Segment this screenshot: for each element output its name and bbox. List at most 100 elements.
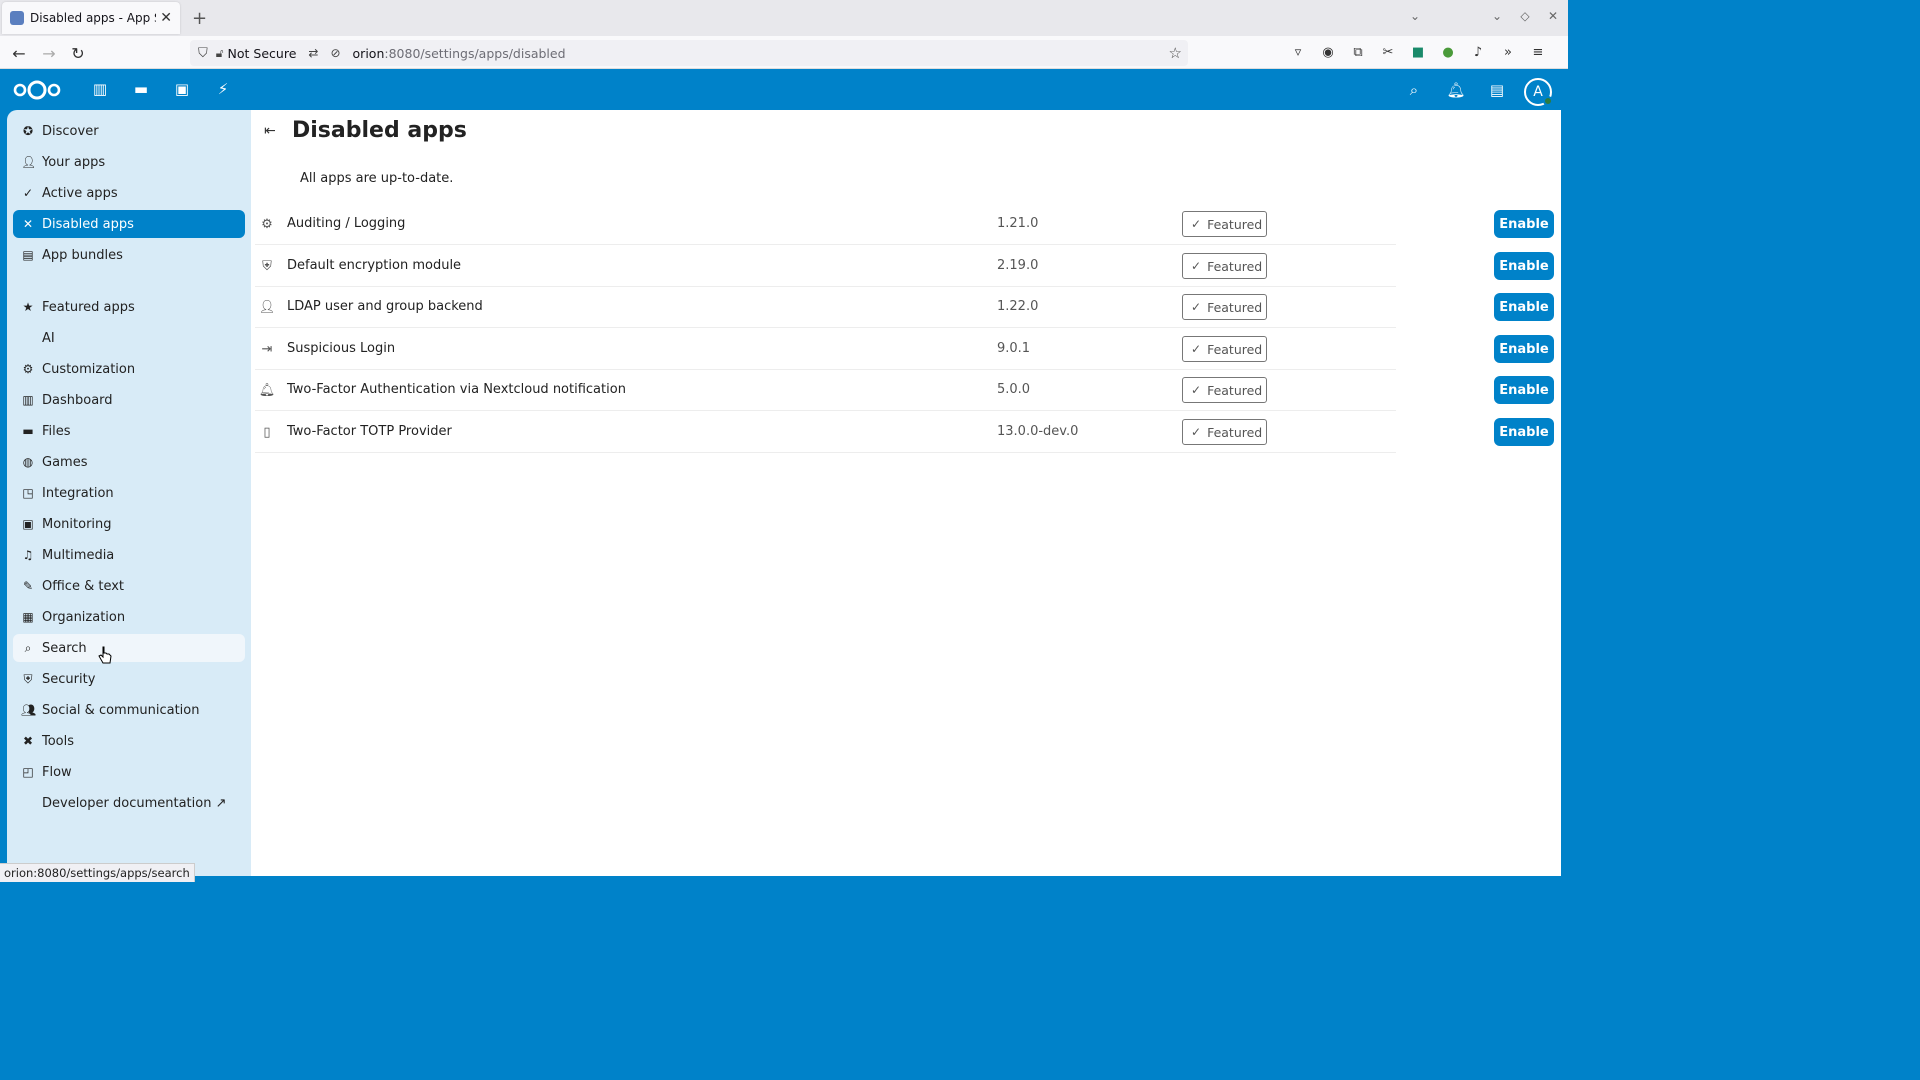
compass-icon: ✪ <box>22 124 34 138</box>
back-arrow-icon[interactable]: ← <box>8 42 30 64</box>
tracking-shield-icon[interactable]: ⛉ <box>198 46 208 61</box>
extensions-icon[interactable]: ⧉ <box>1348 42 1368 62</box>
app-name[interactable]: Auditing / Logging <box>287 216 405 231</box>
login-icon: ⇥ <box>261 341 273 357</box>
app-name[interactable]: Default encryption module <box>287 258 461 273</box>
sidebar-item-label: Search <box>42 640 87 656</box>
sidebar-item-files[interactable]: ▬ Files <box>13 417 245 445</box>
url-path: :8080/settings/apps/disabled <box>384 45 566 61</box>
extension-green-icon[interactable]: ■ <box>1408 42 1428 62</box>
app-name[interactable]: Two-Factor TOTP Provider <box>287 424 452 439</box>
minimize-icon[interactable]: ⌄ <box>1490 9 1504 23</box>
sidebar-item-your-apps[interactable]: 👤︎ Your apps <box>13 148 245 176</box>
tab-close-icon[interactable]: ✕ <box>160 10 172 26</box>
check-icon: ✓ <box>22 186 34 200</box>
maximize-icon[interactable]: ◇ <box>1518 9 1532 23</box>
sidebar-item-label: Featured apps <box>42 299 135 315</box>
music-icon[interactable]: ♪ <box>1468 42 1488 62</box>
screenshot-icon[interactable]: ✂ <box>1378 42 1398 62</box>
dashboard-app-icon[interactable]: ▥ <box>90 79 110 99</box>
sidebar-item-flow[interactable]: ◰ Flow <box>13 758 245 786</box>
sidebar-item-discover[interactable]: ✪ Discover <box>13 117 245 145</box>
nextcloud-logo-icon[interactable] <box>12 79 62 101</box>
contacts-icon[interactable]: ▤ <box>1486 79 1508 101</box>
permissions-icon[interactable]: ⇄ <box>308 46 318 60</box>
sidebar-item-security[interactable]: ⛨ Security <box>13 665 245 693</box>
menu-icon[interactable]: ≡ <box>1528 42 1548 62</box>
bookmark-star-icon[interactable]: ☆ <box>1169 44 1182 62</box>
sidebar-item-social-communication[interactable]: 👥︎ Social & communication <box>13 696 245 724</box>
pocket-icon[interactable]: ▿ <box>1288 42 1308 62</box>
featured-badge: ✓ Featured <box>1182 377 1267 403</box>
sidebar-item-disabled-apps[interactable]: ✕ Disabled apps <box>13 210 245 238</box>
enable-button[interactable]: Enable <box>1494 252 1554 280</box>
sidebar-item-integration[interactable]: ◳ Integration <box>13 479 245 507</box>
not-secure-label[interactable]: Not Secure <box>228 46 297 61</box>
photos-app-icon[interactable]: ▣ <box>172 79 192 99</box>
sidebar-item-search[interactable]: ⌕ Search <box>13 634 245 662</box>
activity-app-icon[interactable]: ⚡ <box>213 79 233 99</box>
sidebar-item-tools[interactable]: ✖ Tools <box>13 727 245 755</box>
enable-button[interactable]: Enable <box>1494 376 1554 404</box>
app-store-favicon-icon <box>10 11 24 25</box>
featured-badge: ✓ Featured <box>1182 253 1267 279</box>
more-tools-icon[interactable]: » <box>1498 42 1518 62</box>
app-name[interactable]: Two-Factor Authentication via Nextcloud … <box>287 382 626 397</box>
new-tab-icon[interactable]: + <box>192 8 207 29</box>
sidebar-item-label: Dashboard <box>42 392 113 408</box>
app-name[interactable]: Suspicious Login <box>287 341 395 356</box>
sidebar-item-ai[interactable]: AI <box>13 324 245 352</box>
app-name[interactable]: LDAP user and group backend <box>287 299 483 314</box>
window-close-icon[interactable]: ✕ <box>1546 9 1560 23</box>
enable-button[interactable]: Enable <box>1494 335 1554 363</box>
enable-button[interactable]: Enable <box>1494 418 1554 446</box>
enable-button[interactable]: Enable <box>1494 293 1554 321</box>
sidebar-item-office-text[interactable]: ✎ Office & text <box>13 572 245 600</box>
files-app-icon[interactable]: ▬ <box>131 79 151 99</box>
reload-icon[interactable]: ↻ <box>67 42 89 64</box>
sidebar-item-label: Integration <box>42 485 114 501</box>
enable-button[interactable]: Enable <box>1494 210 1554 238</box>
sidebar-item-multimedia[interactable]: ♫ Multimedia <box>13 541 245 569</box>
tab-list-chevron-icon[interactable]: ⌄ <box>1408 9 1422 23</box>
user-icon: 👤︎ <box>258 299 276 315</box>
sidebar-item-featured-apps[interactable]: ★ Featured apps <box>13 293 245 321</box>
search-icon[interactable]: ⌕ <box>1403 79 1425 101</box>
sidebar-item-developer-documentation[interactable]: Developer documentation ↗ <box>13 789 245 817</box>
sidebar-item-monitoring[interactable]: ▣ Monitoring <box>13 510 245 538</box>
monitor-icon: ▣ <box>22 517 34 531</box>
featured-label: Featured <box>1207 258 1263 274</box>
url-bar[interactable]: ⛉ 🔓︎ Not Secure ⇄ ⊘ orion:8080/settings/… <box>190 40 1188 66</box>
shield-icon: ⛨ <box>23 671 33 686</box>
sidebar-item-dashboard[interactable]: ▥ Dashboard <box>13 386 245 414</box>
check-icon: ✓ <box>1191 342 1202 356</box>
sidebar-collapse-icon[interactable]: ⇤ <box>264 123 276 139</box>
update-status-text: All apps are up-to-date. <box>300 171 454 186</box>
app-categories-sidebar: ✪ Discover 👤︎ Your apps ✓ Active apps ✕ Disa… <box>7 110 251 876</box>
browser-tab[interactable]: Disabled apps - App Store ✕ <box>2 2 180 34</box>
sidebar-item-organization[interactable]: ▦ Organization <box>13 603 245 631</box>
autoplay-blocked-icon[interactable]: ⊘ <box>330 46 340 60</box>
account-icon[interactable]: ◉ <box>1318 42 1338 62</box>
check-icon: ✓ <box>1191 217 1202 231</box>
extension-leaf-icon[interactable]: ● <box>1438 42 1458 62</box>
notifications-bell-icon[interactable]: 🔔︎ <box>1445 79 1467 101</box>
sidebar-item-label: Security <box>42 671 96 687</box>
sidebar-item-customization[interactable]: ⚙ Customization <box>13 355 245 383</box>
shield-icon: ⛨ <box>262 258 272 274</box>
sidebar-item-app-bundles[interactable]: ▤ App bundles <box>13 241 245 269</box>
insecure-lock-icon[interactable]: 🔓︎ <box>216 46 224 61</box>
row-divider <box>255 452 1396 453</box>
check-icon: ✓ <box>1191 425 1202 439</box>
mouse-cursor-icon <box>98 646 112 664</box>
featured-label: Featured <box>1207 341 1263 357</box>
app-row-two-factor-totp-provider: ▯ Two-Factor TOTP Provider 13.0.0-dev.0 … <box>251 411 1561 453</box>
url-text[interactable]: orion:8080/settings/apps/disabled <box>353 46 566 61</box>
sidebar-item-active-apps[interactable]: ✓ Active apps <box>13 179 245 207</box>
tools-icon: ✖ <box>22 734 34 748</box>
forward-arrow-icon[interactable]: → <box>38 42 60 64</box>
star-icon: ★ <box>22 300 34 314</box>
sidebar-item-label: Customization <box>42 361 136 377</box>
gamepad-icon: ◍ <box>22 455 34 469</box>
sidebar-item-games[interactable]: ◍ Games <box>13 448 245 476</box>
